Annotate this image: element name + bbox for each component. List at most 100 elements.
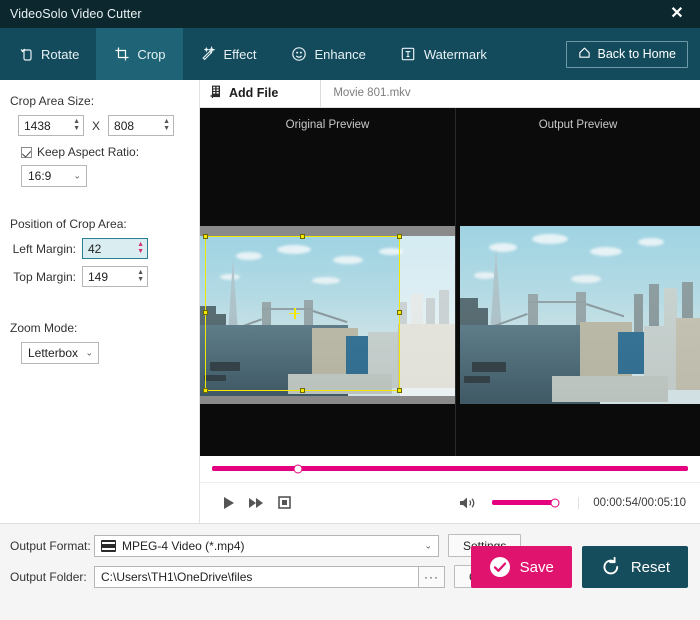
crop-handle-e[interactable]: [397, 310, 402, 316]
crop-handle-s[interactable]: [299, 387, 305, 393]
stop-button[interactable]: [270, 489, 298, 517]
crop-center-crosshair: [289, 307, 300, 319]
volume-area: 00:00:54/00:05:10: [454, 489, 686, 517]
original-preview-viewport[interactable]: Original Preview: [200, 107, 455, 457]
save-button[interactable]: Save: [470, 546, 572, 588]
play-button[interactable]: [214, 489, 242, 517]
crop-selection-rectangle[interactable]: [203, 233, 402, 393]
crop-height-stepper[interactable]: ▲▼: [108, 115, 175, 136]
output-preview-viewport[interactable]: Output Preview: [455, 107, 700, 457]
tab-rotate-label: Rotate: [41, 46, 80, 62]
zoom-mode-row: Letterbox ⌄: [21, 342, 199, 364]
add-file-icon: [210, 85, 223, 102]
left-margin-stepper[interactable]: ▲▼: [82, 238, 148, 259]
tab-effect[interactable]: Effect: [183, 28, 274, 80]
preview-viewports: Original Preview Output Preview: [200, 107, 700, 457]
output-folder-value: C:\Users\TH1\OneDrive\files: [101, 569, 253, 584]
tab-enhance[interactable]: Enhance: [274, 28, 383, 80]
crop-width-stepper[interactable]: ▲▼: [18, 115, 84, 136]
volume-icon[interactable]: [454, 489, 482, 517]
zoom-mode-value: Letterbox: [28, 346, 79, 360]
crop-settings-panel: Crop Area Size: ▲▼ X ▲▼ Keep Aspect Rati…: [0, 80, 200, 523]
add-file-label: Add File: [229, 86, 279, 101]
volume-handle[interactable]: [550, 498, 560, 508]
main-area: Crop Area Size: ▲▼ X ▲▼ Keep Aspect Rati…: [0, 80, 700, 523]
zoom-mode-label: Zoom Mode:: [10, 321, 78, 335]
left-margin-label: Left Margin:: [12, 241, 76, 256]
crop-icon: [113, 46, 130, 63]
preview-panel: Add File Movie 801.mkv Original Preview: [200, 80, 700, 523]
back-to-home-button[interactable]: Back to Home: [566, 40, 688, 68]
seek-handle[interactable]: [293, 464, 303, 474]
home-icon: [578, 46, 591, 62]
watermark-icon: [400, 46, 417, 63]
tab-effect-label: Effect: [223, 46, 257, 62]
fast-forward-button[interactable]: [242, 489, 270, 517]
add-file-button[interactable]: Add File: [200, 85, 278, 102]
top-margin-row: Top Margin: ▲▼: [4, 266, 199, 287]
enhance-icon: [291, 46, 308, 63]
preview-header: Add File Movie 801.mkv: [200, 80, 700, 108]
output-video-frame: [460, 225, 700, 404]
top-margin-arrows[interactable]: ▲ ▼: [137, 267, 144, 286]
left-margin-arrows[interactable]: ▲ ▼: [137, 239, 144, 258]
crop-area-size-label: Crop Area Size:: [10, 94, 95, 108]
application-window: VideoSolo Video Cutter ✕ Rotate Crop Eff…: [0, 0, 700, 620]
refresh-icon: [600, 556, 622, 578]
output-format-label: Output Format:: [10, 538, 91, 553]
crop-handle-sw[interactable]: [203, 387, 208, 393]
keep-aspect-ratio-label: Keep Aspect Ratio:: [37, 145, 140, 159]
position-of-crop-area-label: Position of Crop Area:: [10, 217, 127, 231]
city-scene-output: [460, 225, 700, 404]
reset-button-label: Reset: [630, 558, 670, 576]
window-title: VideoSolo Video Cutter: [10, 7, 142, 21]
tab-crop-label: Crop: [137, 46, 166, 62]
top-margin-stepper[interactable]: ▲▼: [82, 266, 148, 287]
output-format-value: MPEG-4 Video (*.mp4): [122, 538, 245, 553]
crop-width-arrows[interactable]: ▲ ▼: [73, 116, 80, 135]
crop-handle-w[interactable]: [203, 310, 208, 316]
left-margin-row: Left Margin: ▲▼: [4, 238, 199, 259]
browse-folder-button[interactable]: ···: [419, 565, 445, 588]
chevron-down-icon: ⌄: [424, 540, 432, 550]
reset-button[interactable]: Reset: [581, 546, 688, 588]
keep-aspect-ratio-row[interactable]: Keep Aspect Ratio:: [21, 145, 199, 159]
original-preview-title: Original Preview: [285, 118, 370, 131]
crop-handle-nw[interactable]: [203, 233, 208, 239]
keep-aspect-ratio-checkbox[interactable]: [21, 146, 32, 158]
aspect-ratio-row: 16:9 ⌄: [21, 165, 199, 187]
close-icon[interactable]: ✕: [664, 1, 690, 27]
tab-rotate[interactable]: Rotate: [0, 28, 96, 80]
transport-controls: 00:00:54/00:05:10: [200, 481, 700, 523]
chevron-down-icon: ⌄: [85, 347, 93, 358]
aspect-ratio-select[interactable]: 16:9 ⌄: [21, 165, 87, 187]
timecode-display: 00:00:54/00:05:10: [578, 496, 686, 509]
chevron-down-icon: ⌄: [73, 170, 81, 181]
tab-crop[interactable]: Crop: [96, 28, 183, 80]
tab-watermark[interactable]: Watermark: [383, 28, 504, 80]
crop-handle-ne[interactable]: [397, 233, 402, 239]
volume-slider[interactable]: [492, 498, 560, 508]
output-bar: Output Format: MPEG-4 Video (*.mp4) ⌄ Se…: [0, 523, 700, 620]
action-buttons: Save Reset: [470, 546, 688, 588]
output-folder-input[interactable]: C:\Users\TH1\OneDrive\files: [94, 565, 419, 588]
crop-height-arrows[interactable]: ▲ ▼: [163, 116, 170, 135]
output-format-select[interactable]: MPEG-4 Video (*.mp4) ⌄: [94, 534, 439, 557]
tab-enhance-label: Enhance: [314, 46, 366, 62]
zoom-mode-select[interactable]: Letterbox ⌄: [21, 342, 99, 364]
effect-icon: [200, 46, 217, 63]
output-preview-title: Output Preview: [538, 118, 618, 131]
crop-size-row: ▲▼ X ▲▼: [18, 115, 199, 136]
toolbar-tabs: Rotate Crop Effect Enhance Watermark Bac…: [0, 28, 700, 80]
check-circle-icon: [489, 556, 511, 578]
seek-bar[interactable]: [212, 464, 688, 474]
crop-handle-n[interactable]: [299, 233, 305, 239]
tab-watermark-label: Watermark: [423, 46, 487, 62]
size-separator: X: [92, 118, 101, 133]
current-file-name: Movie 801.mkv: [320, 80, 411, 107]
back-to-home-label: Back to Home: [597, 47, 676, 61]
crop-dim-overlay: [400, 235, 455, 396]
top-margin-label: Top Margin:: [13, 269, 76, 284]
crop-handle-se[interactable]: [397, 387, 402, 393]
